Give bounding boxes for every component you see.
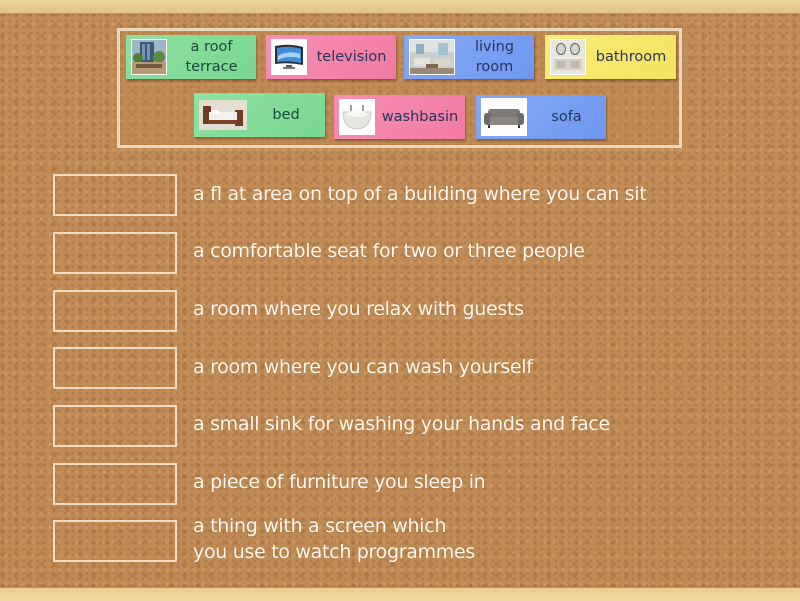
drop-zone-5[interactable] <box>53 405 177 447</box>
drop-zone-3[interactable] <box>53 290 177 332</box>
drop-zone-2[interactable] <box>53 232 177 274</box>
answer-card-roof-terrace[interactable]: a roof terrace <box>126 35 256 79</box>
answer-card-television[interactable]: television <box>266 35 396 79</box>
sofa-image <box>481 98 527 136</box>
television-image <box>271 39 307 75</box>
washbasin-image <box>339 99 375 135</box>
wood-frame-top <box>0 0 800 14</box>
answer-card-washbasin[interactable]: washbasin <box>334 95 465 139</box>
drop-zone-7[interactable] <box>53 520 177 562</box>
answer-card-bed[interactable]: bed <box>194 93 325 137</box>
wood-frame-bottom <box>0 587 800 601</box>
drop-zone-4[interactable] <box>53 347 177 389</box>
answer-label: living room <box>474 39 515 75</box>
clue-text-3: a room where you relax with guests <box>193 298 524 320</box>
bed-image <box>199 100 247 130</box>
living-room-image <box>409 39 455 75</box>
clue-text-7: a thing with a screen which you use to w… <box>193 515 475 563</box>
answer-label: washbasin <box>381 109 459 125</box>
clue-text-5: a small sink for washing your hands and … <box>193 413 610 435</box>
answer-label: a roof terrace <box>185 39 238 75</box>
answer-label: television <box>316 49 387 65</box>
drop-zone-6[interactable] <box>53 463 177 505</box>
clue-text-1: a ﬂ at area on top of a building where y… <box>193 183 647 205</box>
answer-card-bathroom[interactable]: bathroom <box>545 35 676 79</box>
clue-text-2: a comfortable seat for two or three peop… <box>193 240 585 262</box>
clue-text-4: a room where you can wash yourself <box>193 356 533 378</box>
answer-label: sofa <box>551 109 582 125</box>
roof-terrace-image <box>131 39 167 75</box>
answer-label: bathroom <box>595 49 667 65</box>
answer-card-living-room[interactable]: living room <box>404 35 534 79</box>
answer-card-sofa[interactable]: sofa <box>476 95 606 139</box>
bathroom-image <box>550 39 586 75</box>
clue-text-6: a piece of furniture you sleep in <box>193 471 486 493</box>
answer-label: bed <box>272 107 300 123</box>
drop-zone-1[interactable] <box>53 174 177 216</box>
